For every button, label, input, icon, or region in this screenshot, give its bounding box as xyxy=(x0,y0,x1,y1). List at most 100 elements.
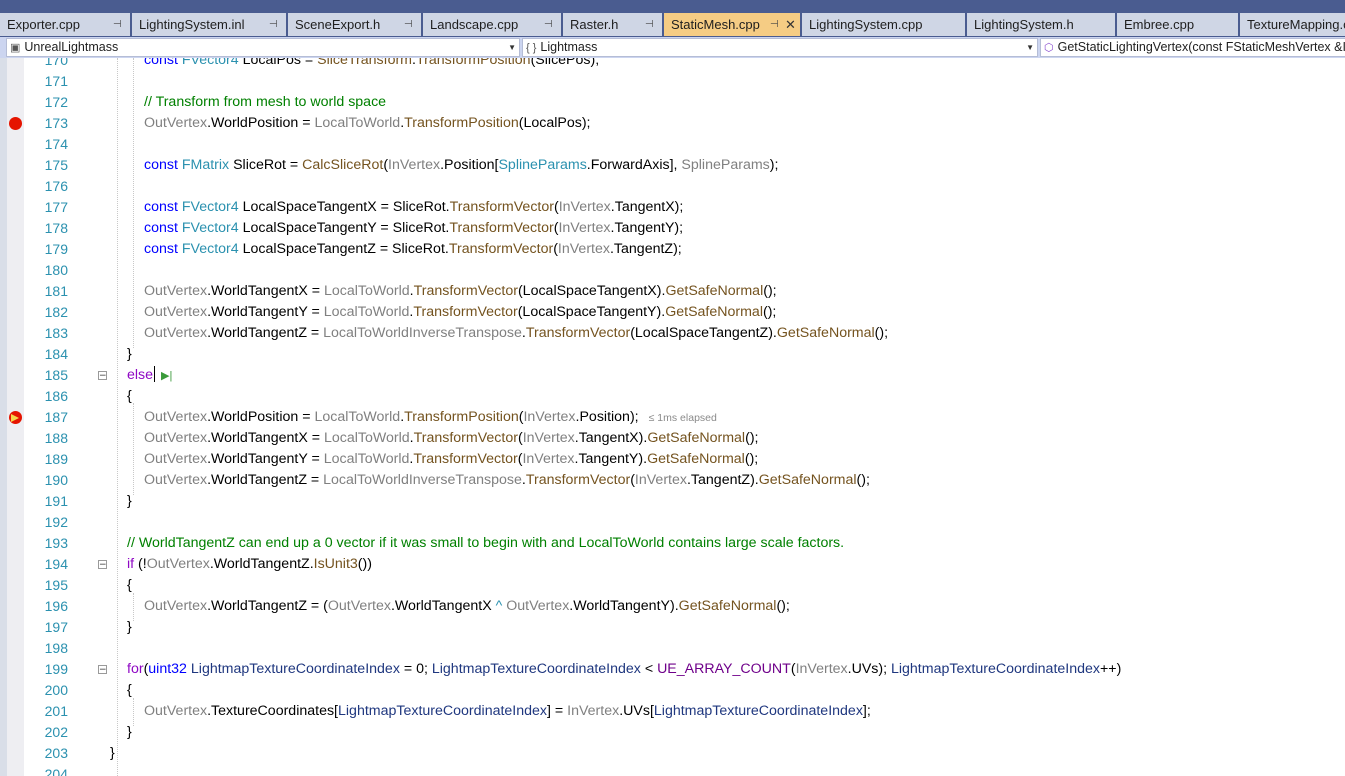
code-line[interactable]: 197} xyxy=(0,617,1345,638)
code-line[interactable]: 184} xyxy=(0,344,1345,365)
code-line[interactable]: 177 const FVector4 LocalSpaceTangentX = S… xyxy=(0,197,1345,218)
code-token: .WorldTangentY). xyxy=(569,598,679,614)
code-token: LocalSpaceTangentZ = SliceRot. xyxy=(242,241,449,257)
code-line[interactable]: 194 if (!OutVertex.WorldTangentZ.IsUnit3(… xyxy=(0,554,1345,575)
tab-staticmesh-cpp[interactable]: StaticMesh.cpp ⊣ ✕ xyxy=(664,13,800,36)
code-token: LightmapTextureCoordinateIndex xyxy=(431,661,641,677)
code-token: FMatrix xyxy=(181,157,234,173)
code-line[interactable]: 201 OutVertex.TextureCoordinates[Lightmap… xyxy=(0,701,1345,722)
line-number: 179 xyxy=(44,241,68,257)
code-line[interactable]: 174 xyxy=(0,134,1345,155)
code-line[interactable]: 200 { xyxy=(0,680,1345,701)
code-token: const xyxy=(144,58,182,68)
code-line[interactable]: 188 OutVertex.WorldTangentX = LocalToWorl… xyxy=(0,428,1345,449)
pin-icon[interactable]: ⊣ xyxy=(269,13,278,36)
pin-icon[interactable]: ⊣ xyxy=(544,13,553,36)
member-label: GetStaticLightingVertex(const FStaticMes… xyxy=(1057,40,1345,54)
code-line[interactable]: 199 for(uint32 LightmapTextureCoordinateI… xyxy=(0,659,1345,680)
tab-lightingsystem-cpp[interactable]: LightingSystem.cpp xyxy=(802,13,965,36)
indent-guide xyxy=(133,593,134,621)
close-icon[interactable]: ✕ xyxy=(785,13,796,36)
code-line[interactable]: 175 const FMatrix SliceRot = CalcSliceRot… xyxy=(0,155,1345,176)
code-token: (); xyxy=(762,304,777,320)
code-token: GetSafeNormal xyxy=(665,283,764,299)
tab-label: Embree.cpp xyxy=(1124,17,1195,32)
code-editor[interactable]: 170 const FVector4 LocalPos = SliceTransf… xyxy=(0,58,1345,776)
tab-label: LightingSystem.inl xyxy=(139,17,245,32)
tab-raster-h[interactable]: Raster.h ⊣ xyxy=(563,13,662,36)
pin-icon[interactable]: ⊣ xyxy=(645,13,654,36)
project-dropdown[interactable]: ▣ UnrealLightmass ▼ xyxy=(6,38,520,57)
code-token: LocalPos = xyxy=(242,58,318,68)
code-token: LocalToWorld xyxy=(323,304,410,320)
code-text: } xyxy=(110,743,115,764)
code-line[interactable]: 173 OutVertex.WorldPosition = LocalToWorl… xyxy=(0,113,1345,134)
scope-dropdown[interactable]: { } Lightmass ▼ xyxy=(522,38,1038,57)
line-number: 202 xyxy=(44,724,68,740)
method-icon: ⬡ xyxy=(1044,42,1054,54)
collapse-icon[interactable]: − xyxy=(98,665,107,675)
collapse-icon[interactable]: − xyxy=(98,371,107,381)
code-line[interactable]: 192 xyxy=(0,512,1345,533)
perf-tip[interactable]: ≤ 1ms elapsed xyxy=(649,412,717,424)
code-token: LocalSpaceTangentX = SliceRot. xyxy=(242,199,450,215)
breakpoint-icon[interactable] xyxy=(9,117,22,130)
indent-guide xyxy=(133,698,134,726)
code-line[interactable]: 183 OutVertex.WorldTangentZ = LocalToWorl… xyxy=(0,323,1345,344)
pin-icon[interactable]: ⊣ xyxy=(113,13,122,36)
code-line[interactable]: 176 xyxy=(0,176,1345,197)
code-line[interactable]: 170 const FVector4 LocalPos = SliceTransf… xyxy=(0,58,1345,71)
code-token: ()) xyxy=(357,556,372,572)
tab-strip: Exporter.cpp ⊣ LightingSystem.inl ⊣ SceneExp… xyxy=(0,13,1345,36)
line-number: 196 xyxy=(44,598,68,614)
code-token: (LocalPos); xyxy=(518,115,591,131)
code-token: } xyxy=(110,745,115,761)
code-line[interactable]: 178 const FVector4 LocalSpaceTangentY = S… xyxy=(0,218,1345,239)
code-line[interactable]: 181 OutVertex.WorldTangentX = LocalToWorl… xyxy=(0,281,1345,302)
tab-label: Raster.h xyxy=(570,17,619,32)
code-token: .WorldTangentX = xyxy=(207,430,324,446)
code-line[interactable]: 182 OutVertex.WorldTangentY = LocalToWorl… xyxy=(0,302,1345,323)
code-line[interactable]: 193 // WorldTangentZ can end up a 0 vecto… xyxy=(0,533,1345,554)
code-line[interactable]: 204 xyxy=(0,764,1345,776)
code-line[interactable]: 203} xyxy=(0,743,1345,764)
code-line[interactable]: 195 { xyxy=(0,575,1345,596)
code-line[interactable]: 180 xyxy=(0,260,1345,281)
current-statement-icon[interactable] xyxy=(9,411,22,424)
code-line[interactable]: 186 { xyxy=(0,386,1345,407)
line-number: 187 xyxy=(44,409,68,425)
pin-icon[interactable]: ⊣ xyxy=(404,13,413,36)
code-line[interactable]: 171 xyxy=(0,71,1345,92)
code-line[interactable]: 172 // Transform from mesh to world space xyxy=(0,92,1345,113)
code-text: OutVertex.WorldTangentZ = (OutVertex.Wor… xyxy=(144,596,790,617)
code-line[interactable]: 189 OutVertex.WorldTangentY = LocalToWorl… xyxy=(0,449,1345,470)
code-token: .TangentZ); xyxy=(609,241,682,257)
code-line[interactable]: 196 OutVertex.WorldTangentZ = (OutVertex.… xyxy=(0,596,1345,617)
code-token: .WorldPosition = xyxy=(207,115,315,131)
member-dropdown[interactable]: ⬡ GetStaticLightingVertex(const FStaticMe… xyxy=(1040,38,1345,57)
code-line[interactable]: 191} xyxy=(0,491,1345,512)
run-to-click-icon[interactable]: ▶| xyxy=(161,366,172,387)
code-token: GetSafeNormal xyxy=(647,451,745,467)
code-text: OutVertex.WorldTangentY = LocalToWorld .T… xyxy=(144,449,758,470)
pin-icon[interactable]: ⊣ xyxy=(770,13,779,36)
code-line[interactable]: 187 OutVertex.WorldPosition = LocalToWorl… xyxy=(0,407,1345,428)
code-token: OutVertex xyxy=(144,430,208,446)
tab-embree-cpp[interactable]: Embree.cpp xyxy=(1117,13,1238,36)
line-number: 188 xyxy=(44,430,68,446)
code-line[interactable]: 185 else ▶| − xyxy=(0,365,1345,386)
code-token: { xyxy=(127,388,132,404)
tab-exporter-cpp[interactable]: Exporter.cpp ⊣ xyxy=(0,13,130,36)
code-line[interactable]: 202} xyxy=(0,722,1345,743)
tab-sceneexport-h[interactable]: SceneExport.h ⊣ xyxy=(288,13,421,36)
code-line[interactable]: 190 OutVertex.WorldTangentZ = LocalToWorl… xyxy=(0,470,1345,491)
tab-lightingsystem-h[interactable]: LightingSystem.h xyxy=(967,13,1115,36)
tab-lightingsystem-inl[interactable]: LightingSystem.inl ⊣ xyxy=(132,13,286,36)
tab-texturemapping-cpp[interactable]: TextureMapping.cpp xyxy=(1240,13,1345,36)
line-number: 172 xyxy=(44,94,68,110)
code-line[interactable]: 179 const FVector4 LocalSpaceTangentZ = S… xyxy=(0,239,1345,260)
collapse-icon[interactable]: − xyxy=(98,560,107,570)
tab-landscape-cpp[interactable]: Landscape.cpp ⊣ xyxy=(423,13,561,36)
code-line[interactable]: 198 xyxy=(0,638,1345,659)
code-token: .UVs[ xyxy=(619,703,654,719)
